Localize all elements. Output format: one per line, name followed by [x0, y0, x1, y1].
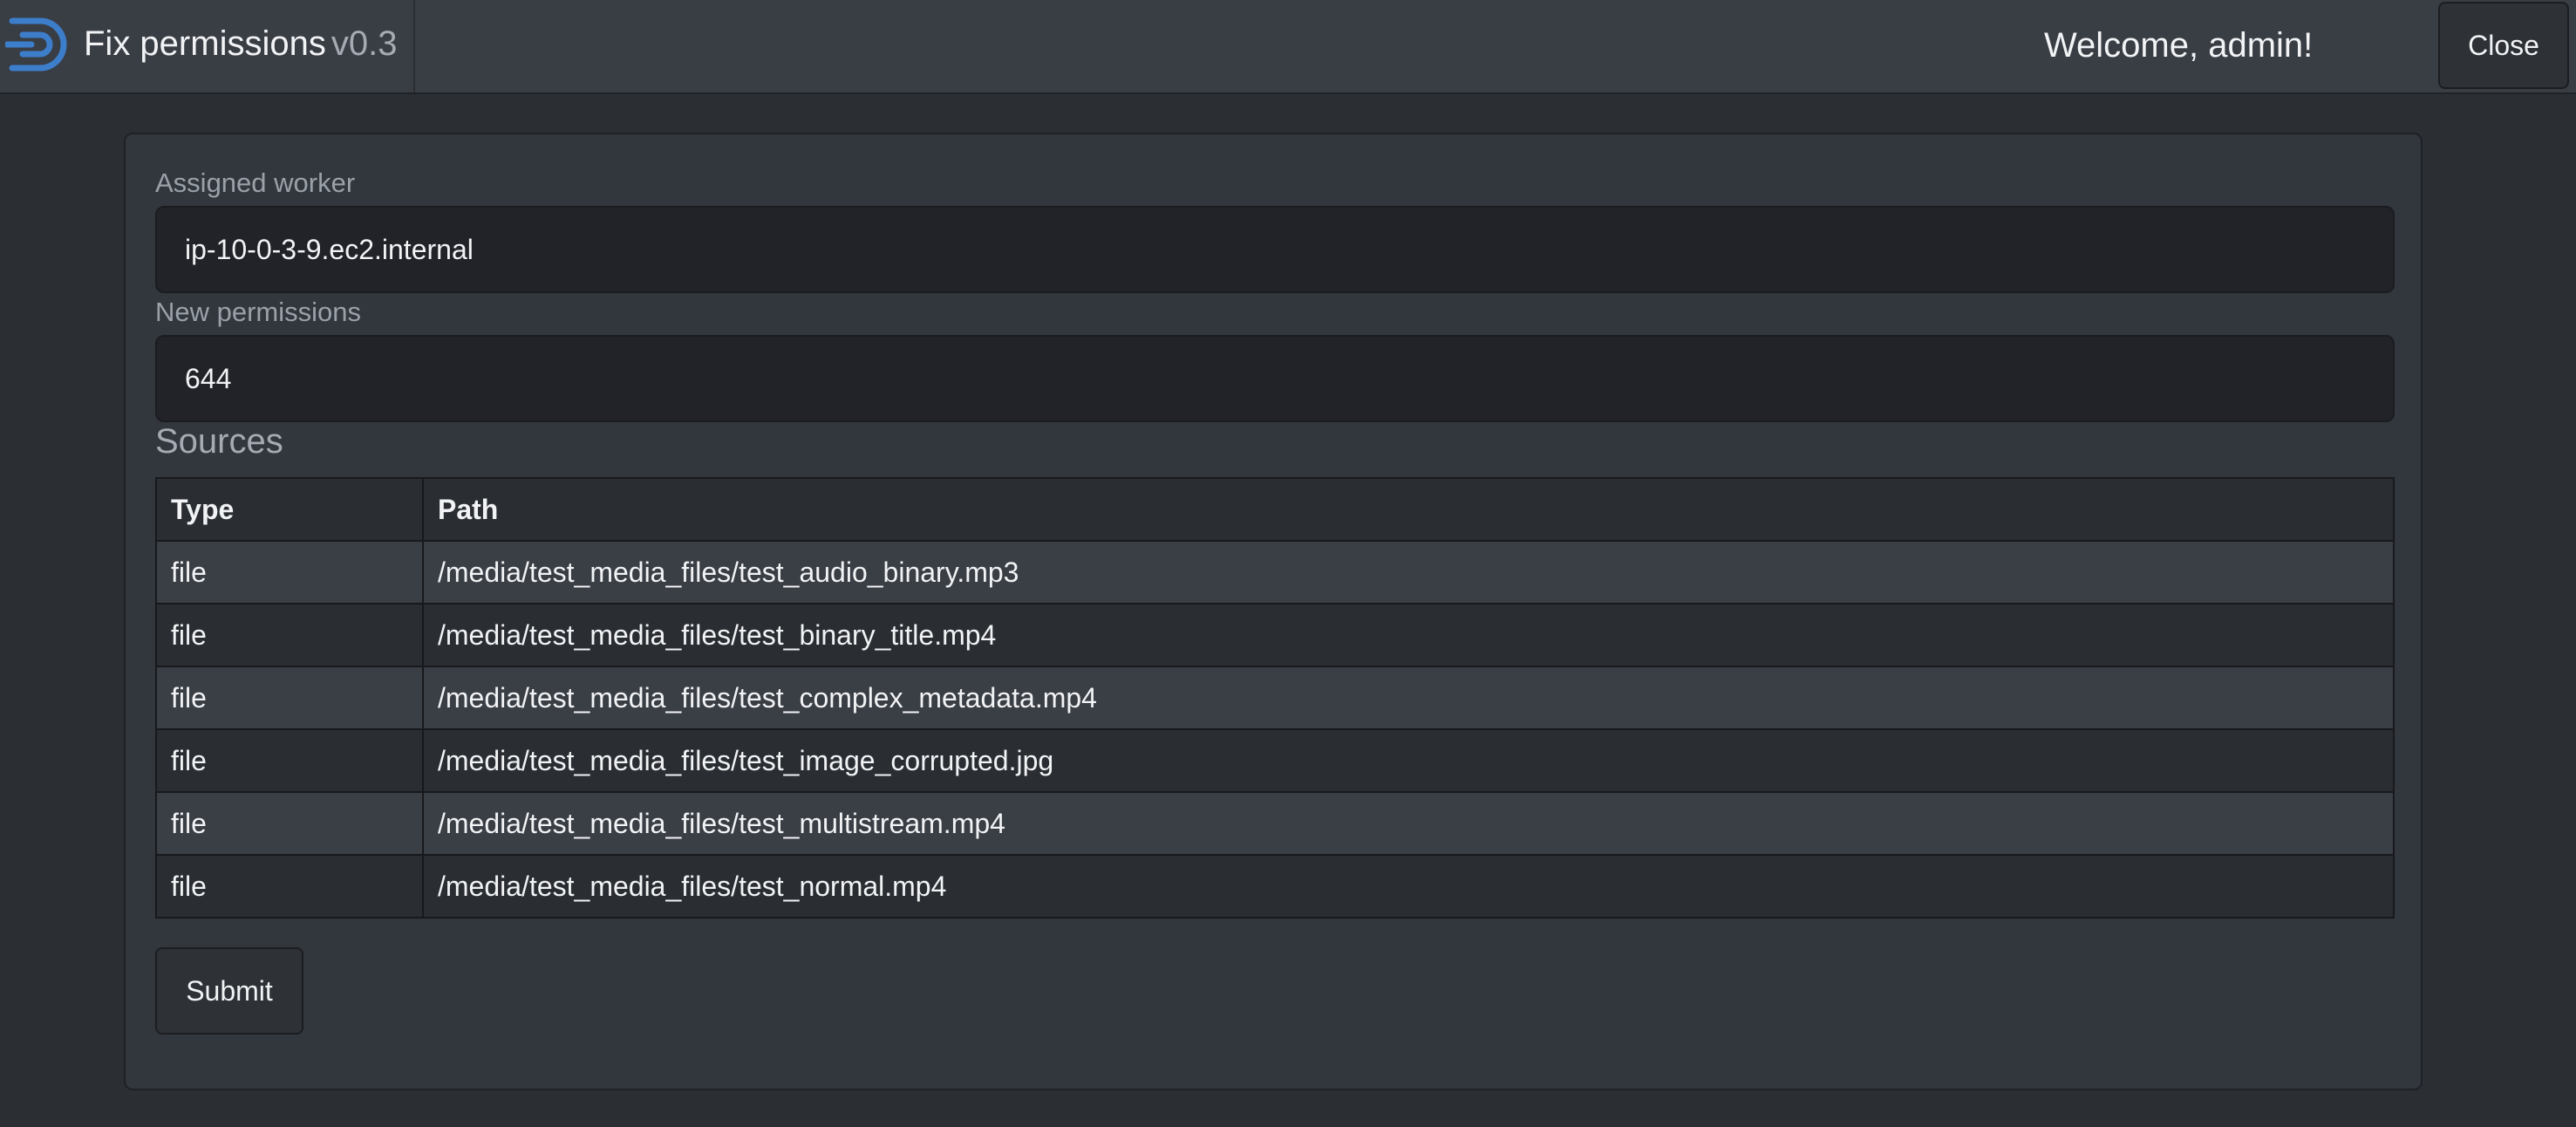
table-header-row: Type Path — [155, 477, 2395, 542]
cell-type: file — [155, 666, 424, 730]
column-header-type: Type — [155, 477, 424, 542]
app-logo-icon — [5, 17, 67, 72]
table-row: file /media/test_media_files/test_binary… — [155, 603, 2395, 667]
close-button[interactable]: Close — [2438, 2, 2569, 89]
app-title: Fix permissions v0.3 — [84, 21, 397, 66]
table-row: file /media/test_media_files/test_normal… — [155, 854, 2395, 919]
table-row: file /media/test_media_files/test_comple… — [155, 666, 2395, 730]
table-row: file /media/test_media_files/test_image_… — [155, 728, 2395, 793]
table-row: file /media/test_media_files/test_multis… — [155, 791, 2395, 856]
app-title-text: Fix permissions — [84, 24, 326, 63]
cell-path: /media/test_media_files/test_image_corru… — [422, 728, 2395, 793]
welcome-message: Welcome, admin! — [2044, 26, 2314, 65]
cell-path: /media/test_media_files/test_normal.mp4 — [422, 854, 2395, 919]
cell-path: /media/test_media_files/test_audio_binar… — [422, 540, 2395, 604]
assigned-worker-label: Assigned worker — [155, 167, 356, 198]
sources-table: Type Path file /media/test_media_files/t… — [155, 477, 2395, 919]
submit-button[interactable]: Submit — [155, 947, 303, 1035]
fix-permissions-card: Assigned worker New permissions Sources … — [124, 133, 2423, 1090]
cell-type: file — [155, 791, 424, 856]
assigned-worker-field[interactable] — [155, 206, 2395, 293]
cell-type: file — [155, 854, 424, 919]
new-permissions-field[interactable] — [155, 335, 2395, 422]
cell-type: file — [155, 728, 424, 793]
cell-type: file — [155, 603, 424, 667]
cell-path: /media/test_media_files/test_complex_met… — [422, 666, 2395, 730]
cell-path: /media/test_media_files/test_multistream… — [422, 791, 2395, 856]
top-navbar: Fix permissions v0.3 Welcome, admin! Clos… — [0, 0, 2576, 94]
sources-heading: Sources — [155, 422, 283, 461]
new-permissions-label: New permissions — [155, 297, 362, 327]
brand[interactable]: Fix permissions v0.3 — [0, 0, 415, 92]
column-header-path: Path — [422, 477, 2395, 542]
cell-type: file — [155, 540, 424, 604]
app-version: v0.3 — [331, 24, 398, 63]
cell-path: /media/test_media_files/test_binary_titl… — [422, 603, 2395, 667]
table-row: file /media/test_media_files/test_audio_… — [155, 540, 2395, 604]
